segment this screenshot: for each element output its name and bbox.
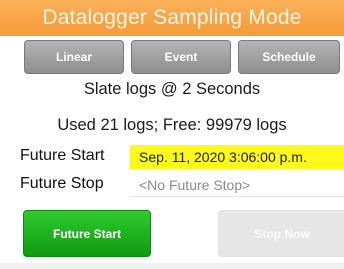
page-title: Datalogger Sampling Mode <box>0 0 344 36</box>
sampling-mode-tabs: Linear Event Schedule <box>0 40 344 76</box>
datalogger-sampling-screen: Datalogger Sampling Mode Linear Event Sc… <box>0 0 344 269</box>
log-usage-text: Used 21 logs; Free: 99979 logs <box>57 116 287 134</box>
bottom-divider <box>0 263 344 269</box>
future-start-button[interactable]: Future Start <box>23 210 151 257</box>
future-start-field[interactable]: Sep. 11, 2020 3:06:00 p.m. <box>130 145 344 169</box>
schedule-mode-button[interactable]: Schedule <box>238 40 340 74</box>
log-rate-text: Slate logs @ 2 Seconds <box>83 80 261 98</box>
future-stop-field[interactable]: <No Future Stop> <box>130 173 344 197</box>
future-stop-label: Future Stop <box>20 175 104 192</box>
event-mode-button[interactable]: Event <box>131 40 231 74</box>
future-start-label: Future Start <box>20 147 105 164</box>
linear-mode-button[interactable]: Linear <box>24 40 124 74</box>
stop-now-button: Stop Now <box>218 210 344 257</box>
